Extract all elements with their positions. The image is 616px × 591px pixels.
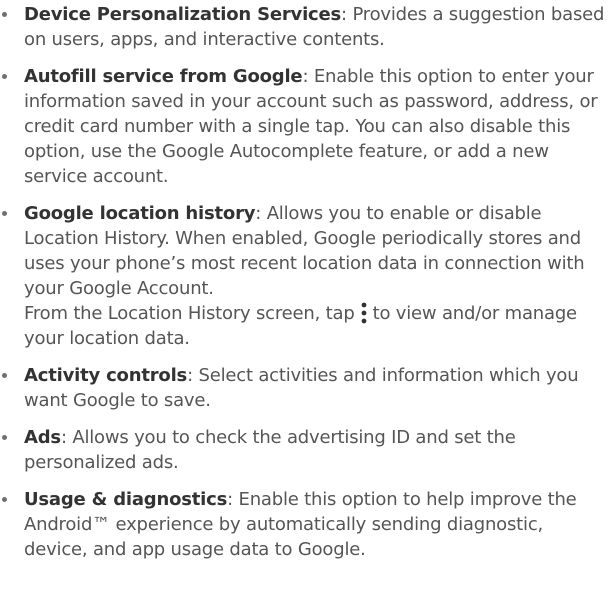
item-extra-instruction: From the Location History screen, tap to… xyxy=(24,301,608,351)
list-item-autofill-service: Autofill service from Google: Enable thi… xyxy=(0,64,616,189)
bullet-icon xyxy=(2,497,7,502)
extra-text-before: From the Location History screen, tap xyxy=(24,303,355,324)
list-item-ads: Ads: Allows you to check the advertising… xyxy=(0,425,616,475)
list-item-usage-diagnostics: Usage & diagnostics: Enable this option … xyxy=(0,487,616,562)
item-separator: : xyxy=(227,489,239,510)
item-separator: : xyxy=(187,365,199,386)
bullet-icon xyxy=(2,435,7,440)
item-term: Usage & diagnostics xyxy=(24,489,228,510)
item-term: Google location history xyxy=(24,203,256,224)
more-vertical-icon xyxy=(361,302,366,324)
list-item-google-location-history: Google location history: Allows you to e… xyxy=(0,201,616,351)
item-term: Autofill service from Google xyxy=(24,66,303,87)
bullet-icon xyxy=(2,74,7,79)
item-separator: : xyxy=(60,427,73,448)
bullet-icon xyxy=(2,211,7,216)
item-separator: : xyxy=(302,66,314,87)
bullet-icon xyxy=(2,373,7,378)
item-description: Allows you to check the advertising ID a… xyxy=(24,427,516,473)
list-item-activity-controls: Activity controls: Select activities and… xyxy=(0,363,616,413)
item-term: Device Personalization Services xyxy=(24,4,342,25)
bullet-icon xyxy=(2,12,7,17)
item-term: Activity controls xyxy=(24,365,188,386)
item-term: Ads xyxy=(24,427,61,448)
settings-description-list: Device Personalization Services: Provide… xyxy=(0,2,616,562)
item-separator: : xyxy=(255,203,267,224)
list-item-device-personalization: Device Personalization Services: Provide… xyxy=(0,2,616,52)
manual-page: Device Personalization Services: Provide… xyxy=(0,0,616,591)
item-separator: : xyxy=(341,4,353,25)
